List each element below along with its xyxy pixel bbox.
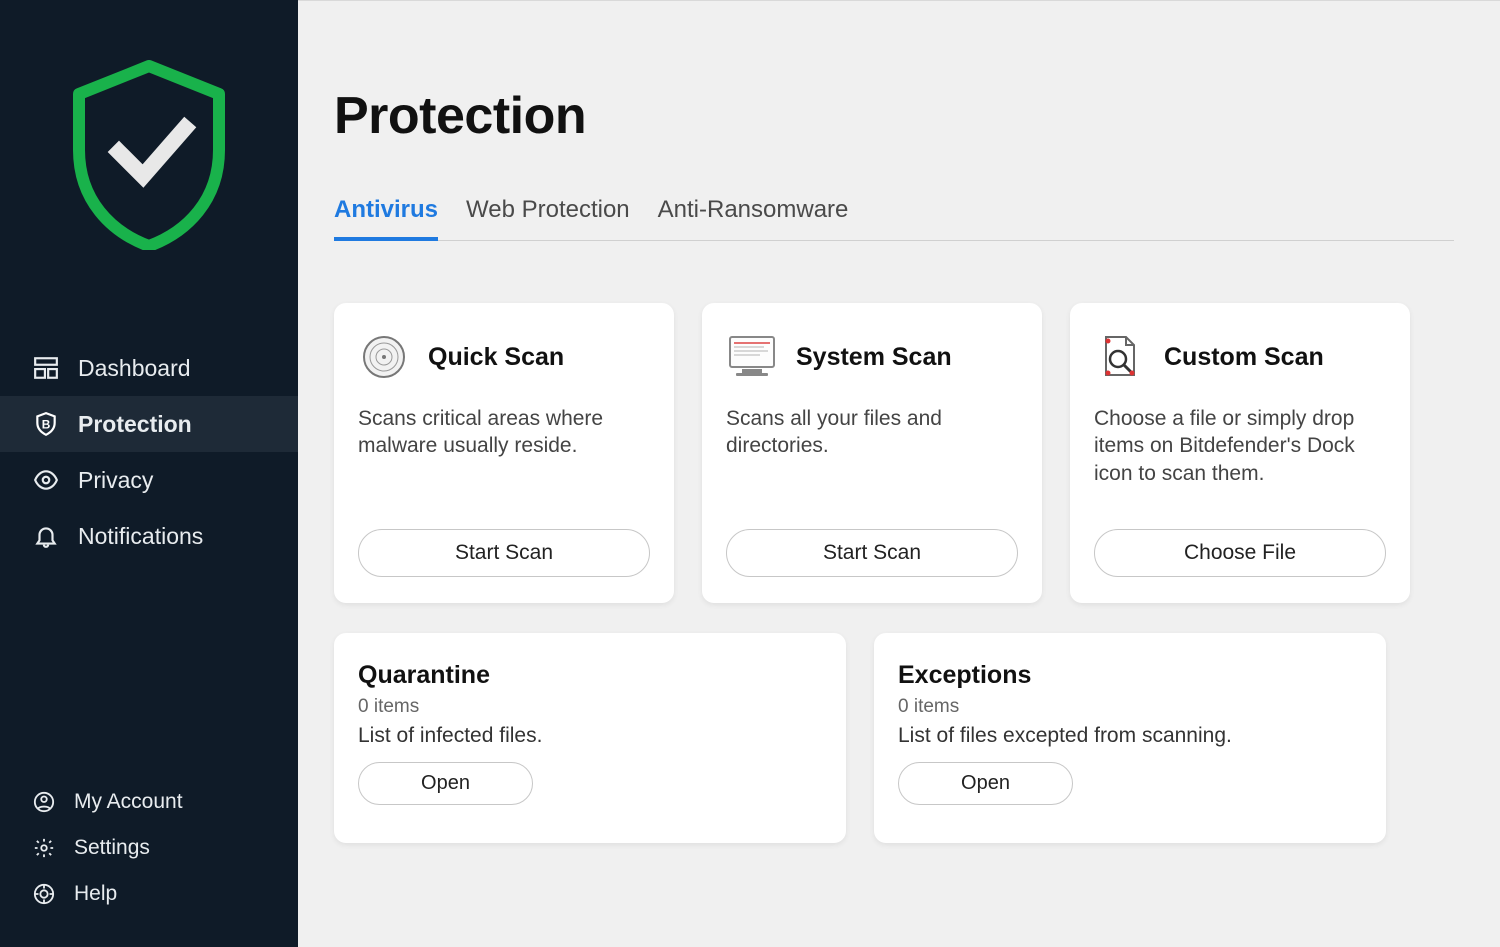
protection-icon: B bbox=[32, 410, 60, 438]
radar-icon bbox=[358, 331, 410, 383]
card-desc: Scans all your files and directories. bbox=[726, 405, 1018, 460]
file-search-icon bbox=[1094, 331, 1146, 383]
dashboard-icon bbox=[32, 354, 60, 382]
quarantine-desc: List of infected files. bbox=[358, 724, 822, 748]
page-title: Protection bbox=[334, 86, 1454, 146]
choose-file-button[interactable]: Choose File bbox=[1094, 529, 1386, 577]
exceptions-desc: List of files excepted from scanning. bbox=[898, 724, 1362, 748]
card-exceptions: Exceptions 0 items List of files excepte… bbox=[874, 633, 1386, 843]
card-desc: Choose a file or simply drop items on Bi… bbox=[1094, 405, 1386, 487]
sidebar-item-label: My Account bbox=[74, 790, 183, 814]
help-icon bbox=[32, 882, 56, 906]
tab-web-protection[interactable]: Web Protection bbox=[466, 196, 630, 240]
sidebar-item-dashboard[interactable]: Dashboard bbox=[0, 340, 298, 396]
card-quarantine: Quarantine 0 items List of infected file… bbox=[334, 633, 846, 843]
app-logo bbox=[0, 60, 298, 250]
open-exceptions-button[interactable]: Open bbox=[898, 762, 1073, 805]
start-quick-scan-button[interactable]: Start Scan bbox=[358, 529, 650, 577]
card-title: Quarantine bbox=[358, 661, 822, 690]
scan-cards-row: Quick Scan Scans critical areas where ma… bbox=[334, 303, 1454, 603]
card-title: Exceptions bbox=[898, 661, 1362, 690]
open-quarantine-button[interactable]: Open bbox=[358, 762, 533, 805]
svg-text:B: B bbox=[42, 417, 51, 431]
nav-main: Dashboard B Protection Privacy bbox=[0, 340, 298, 564]
tab-antivirus[interactable]: Antivirus bbox=[334, 196, 438, 240]
shield-check-icon bbox=[69, 60, 229, 250]
sidebar-item-protection[interactable]: B Protection bbox=[0, 396, 298, 452]
sidebar-item-label: Dashboard bbox=[78, 355, 191, 382]
sidebar-item-label: Help bbox=[74, 882, 117, 906]
main-content: Protection Antivirus Web Protection Anti… bbox=[298, 0, 1500, 947]
start-system-scan-button[interactable]: Start Scan bbox=[726, 529, 1018, 577]
exceptions-count: 0 items bbox=[898, 696, 1362, 718]
card-quick-scan: Quick Scan Scans critical areas where ma… bbox=[334, 303, 674, 603]
tab-anti-ransomware[interactable]: Anti-Ransomware bbox=[658, 196, 849, 240]
sidebar-item-help[interactable]: Help bbox=[0, 871, 298, 917]
sidebar-item-notifications[interactable]: Notifications bbox=[0, 508, 298, 564]
user-icon bbox=[32, 790, 56, 814]
sidebar-item-label: Settings bbox=[74, 836, 150, 860]
gear-icon bbox=[32, 836, 56, 860]
sidebar-item-label: Privacy bbox=[78, 467, 153, 494]
eye-icon bbox=[32, 466, 60, 494]
tabs: Antivirus Web Protection Anti-Ransomware bbox=[334, 196, 1454, 241]
nav-bottom: My Account Settings Help bbox=[0, 779, 298, 947]
monitor-scan-icon bbox=[726, 331, 778, 383]
bell-icon bbox=[32, 522, 60, 550]
card-system-scan: System Scan Scans all your files and dir… bbox=[702, 303, 1042, 603]
card-title: Quick Scan bbox=[428, 343, 564, 372]
sidebar-item-label: Protection bbox=[78, 411, 192, 438]
bottom-cards-row: Quarantine 0 items List of infected file… bbox=[334, 633, 1454, 843]
card-title: System Scan bbox=[796, 343, 952, 372]
card-desc: Scans critical areas where malware usual… bbox=[358, 405, 650, 460]
card-title: Custom Scan bbox=[1164, 343, 1324, 372]
sidebar-item-my-account[interactable]: My Account bbox=[0, 779, 298, 825]
quarantine-count: 0 items bbox=[358, 696, 822, 718]
sidebar-item-settings[interactable]: Settings bbox=[0, 825, 298, 871]
sidebar-item-label: Notifications bbox=[78, 523, 203, 550]
card-custom-scan: Custom Scan Choose a file or simply drop… bbox=[1070, 303, 1410, 603]
sidebar: Dashboard B Protection Privacy bbox=[0, 0, 298, 947]
sidebar-item-privacy[interactable]: Privacy bbox=[0, 452, 298, 508]
